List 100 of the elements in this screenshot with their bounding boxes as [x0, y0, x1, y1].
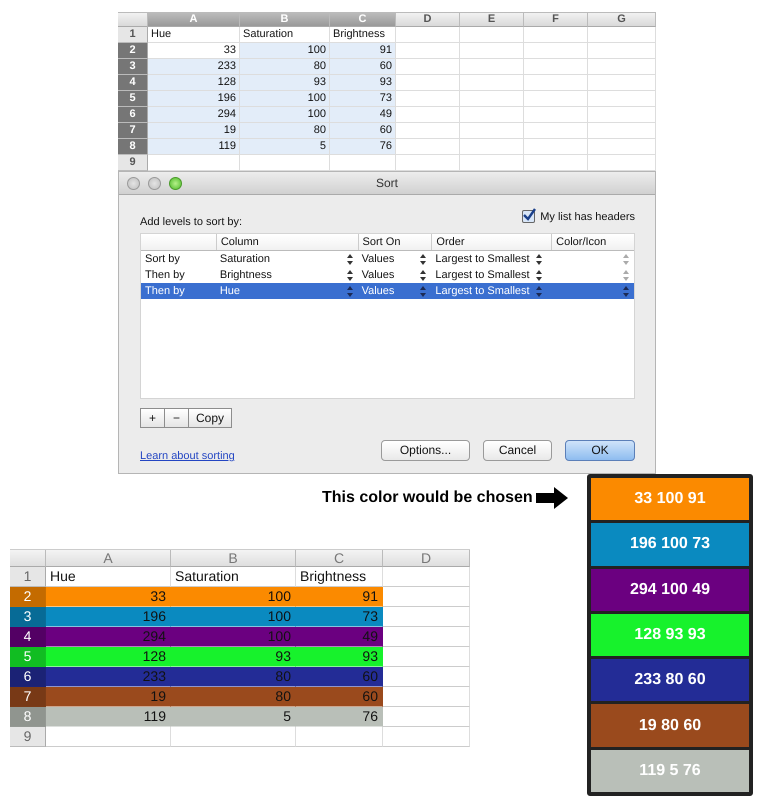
empty-cell: [524, 139, 588, 155]
empty-cell: [588, 59, 656, 75]
table-cell: 100: [240, 43, 330, 59]
popup-value[interactable]: Brightness: [220, 269, 272, 281]
row-header[interactable]: 8: [118, 139, 148, 155]
ok-button[interactable]: OK: [565, 440, 635, 460]
sort-level-row[interactable]: Then by Brightness Values Largest to Smallest: [141, 267, 634, 283]
stepper-icon: [534, 254, 543, 264]
popup-value[interactable]: Hue: [220, 285, 240, 297]
corner-cell[interactable]: [10, 550, 46, 567]
table-cell: 196: [148, 91, 240, 107]
color-swatch: 128 93 93: [591, 614, 749, 656]
row-header[interactable]: 7: [118, 123, 148, 139]
popup-value[interactable]: Saturation: [220, 253, 270, 265]
popup-value[interactable]: Values: [362, 269, 394, 281]
row-header[interactable]: 9: [10, 727, 46, 747]
stepper-icon: [622, 286, 630, 296]
popup-value[interactable]: Values: [362, 253, 394, 265]
empty-cell: [588, 139, 656, 155]
empty-cell: [524, 107, 588, 123]
row-header[interactable]: 7: [10, 687, 46, 707]
row-header[interactable]: 5: [118, 91, 148, 107]
column-header[interactable]: D: [396, 13, 460, 27]
color-swatch: 33 100 91: [591, 478, 749, 520]
row-header[interactable]: 6: [118, 107, 148, 123]
stepper-icon: [534, 270, 543, 280]
table-cell: 49: [330, 107, 396, 123]
row-header[interactable]: 6: [10, 667, 46, 687]
table-cell: 100: [240, 91, 330, 107]
column-header[interactable]: E: [460, 13, 524, 27]
row-header[interactable]: 9: [118, 155, 148, 171]
empty-cell: [460, 139, 524, 155]
table-cell: 60: [330, 123, 396, 139]
remove-button[interactable]: −: [164, 408, 189, 428]
empty-cell: [588, 43, 656, 59]
column-header[interactable]: G: [588, 13, 656, 27]
table-cell: 5: [240, 139, 330, 155]
add-button[interactable]: +: [140, 408, 165, 428]
stepper-icon: [346, 254, 354, 264]
level-label: Sort by: [144, 252, 181, 267]
popup-value[interactable]: Largest to Smallest: [435, 253, 530, 265]
stepper-icon: [419, 270, 428, 280]
window-title: Sort: [376, 176, 398, 190]
row-header[interactable]: 8: [10, 707, 46, 727]
checkbox[interactable]: [522, 210, 536, 223]
row-header[interactable]: 3: [118, 59, 148, 75]
empty-cell: [588, 107, 656, 123]
row-header[interactable]: 2: [118, 43, 148, 59]
empty-cell: [460, 59, 524, 75]
empty-cell: [524, 43, 588, 59]
table-cell: 128: [148, 75, 240, 91]
column-header[interactable]: B: [171, 550, 296, 567]
table-cell: 80: [240, 123, 330, 139]
sort-level-row[interactable]: Sort by Saturation Values Largest to Smallest: [141, 251, 634, 267]
column-header[interactable]: C: [296, 550, 383, 567]
table-cell: 5: [171, 707, 296, 727]
stepper-icon: [622, 270, 630, 280]
empty-cell: [524, 75, 588, 91]
minimize-button[interactable]: [148, 176, 161, 190]
cancel-button[interactable]: Cancel: [483, 440, 552, 460]
color-swatch: 233 80 60: [591, 659, 749, 702]
row-header[interactable]: 3: [10, 607, 46, 627]
empty-cell: [460, 91, 524, 107]
table-cell: 93: [240, 75, 330, 91]
column-header: Sort On: [358, 234, 432, 250]
table-cell: 73: [330, 91, 396, 107]
column-header[interactable]: F: [524, 13, 588, 27]
corner-cell[interactable]: [118, 13, 148, 27]
stepper-icon: [346, 270, 354, 280]
prompt-label: Add levels to sort by:: [140, 216, 242, 229]
table-cell: 93: [330, 75, 396, 91]
row-header[interactable]: 4: [118, 75, 148, 91]
empty-cell: [460, 43, 524, 59]
column-header: Column: [216, 234, 358, 250]
table-cell: 60: [330, 59, 396, 75]
column-header[interactable]: D: [383, 550, 470, 567]
popup-value[interactable]: Largest to Smallest: [435, 269, 530, 281]
table-cell: 119: [46, 707, 171, 727]
copy-button[interactable]: Copy: [188, 408, 232, 428]
row-header[interactable]: 2: [10, 587, 46, 607]
popup-value[interactable]: Largest to Smallest: [435, 285, 530, 297]
sort-level-row[interactable]: Then by Hue Values Largest to Smallest: [141, 283, 634, 299]
stepper-icon: [419, 286, 428, 296]
empty-cell: [396, 27, 460, 43]
stepper-icon: [419, 254, 428, 264]
row-header[interactable]: 4: [10, 627, 46, 647]
color-swatch: 19 80 60: [591, 704, 749, 747]
column-header[interactable]: A: [46, 550, 171, 567]
zoom-button[interactable]: [169, 176, 182, 190]
popup-value[interactable]: Values: [362, 285, 394, 297]
stepper-icon: [346, 286, 354, 296]
empty-cell: [524, 27, 588, 43]
stepper-icon: [622, 254, 630, 264]
help-link[interactable]: Learn about sorting: [140, 450, 235, 462]
row-header[interactable]: 1: [10, 567, 46, 587]
empty-cell: [524, 123, 588, 139]
options-button[interactable]: Options...: [381, 440, 470, 460]
close-button[interactable]: [127, 176, 140, 190]
column-header: Color/Icon: [551, 234, 634, 250]
row-header[interactable]: 1: [118, 27, 148, 43]
